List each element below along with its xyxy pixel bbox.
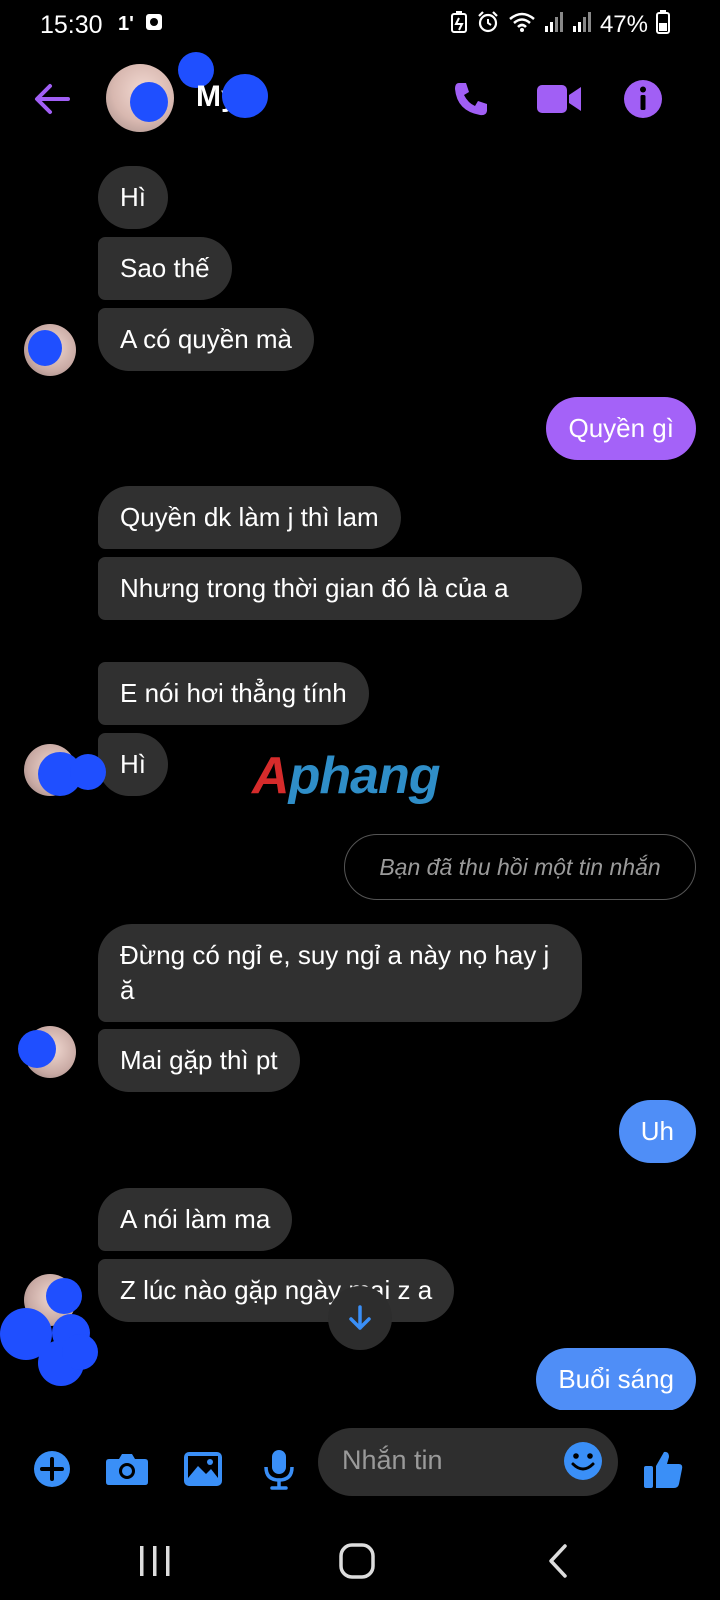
message-bubble[interactable]: Z lúc nào gặp ngày mai z a [98, 1259, 455, 1322]
back-arrow-icon [35, 84, 70, 114]
camera-icon [106, 1454, 148, 1485]
message-bubble[interactable]: Quyền dk làm j thì lam [98, 486, 401, 549]
message-bubble[interactable]: Hì [98, 166, 168, 229]
back-button[interactable] [30, 76, 76, 122]
recalled-message-notice: Bạn đã thu hồi một tin nhắn [344, 834, 696, 900]
message-bubble[interactable]: Hì [98, 733, 168, 796]
message-bubble[interactable]: E nói hơi thẳng tính [98, 662, 369, 725]
arrow-down-icon [349, 1305, 371, 1330]
system-nav-bar [0, 1520, 720, 1600]
video-call-button[interactable] [534, 74, 584, 124]
nav-back-button[interactable] [534, 1536, 584, 1586]
battery-percent: 47% [599, 10, 648, 38]
signal-icon [572, 11, 592, 38]
camera-button[interactable] [104, 1446, 150, 1492]
like-button[interactable] [640, 1446, 686, 1492]
message-input-placeholder: Nhắn tin [342, 1445, 443, 1475]
more-actions-button[interactable] [29, 1446, 75, 1492]
sender-avatar[interactable] [24, 324, 76, 376]
conversation-info-button[interactable] [618, 74, 668, 124]
emoji-icon [564, 1442, 602, 1480]
home-icon [339, 1543, 375, 1579]
gallery-button[interactable] [180, 1446, 226, 1492]
home-button[interactable] [332, 1536, 382, 1586]
signal-icon [544, 11, 564, 38]
microphone-icon [264, 1450, 294, 1490]
message-bubble[interactable]: Nhưng trong thời gian đó là của a [98, 557, 582, 620]
message-bubble[interactable]: A nói làm ma [98, 1188, 293, 1251]
phone-icon [455, 83, 487, 116]
screenshot-icon [144, 12, 164, 37]
contact-avatar[interactable] [106, 64, 174, 132]
recent-apps-icon [140, 1546, 170, 1576]
voice-call-button[interactable] [446, 74, 496, 124]
status-bar: 15:30 1' 47% [0, 0, 720, 52]
recent-apps-button[interactable] [130, 1536, 180, 1586]
temperature-icon: 1' [118, 13, 134, 35]
status-time: 15:30 [40, 11, 103, 39]
chat-header: My [0, 52, 720, 148]
message-bubble[interactable]: A có quyền mà [98, 308, 314, 371]
message-bubble[interactable]: Uh [618, 1100, 696, 1163]
gallery-icon [184, 1452, 222, 1486]
voice-record-button[interactable] [256, 1446, 302, 1492]
emoji-button[interactable] [562, 1440, 604, 1482]
message-bubble[interactable]: Buổi sáng [536, 1348, 696, 1410]
message-input[interactable]: Nhắn tin [318, 1428, 618, 1496]
thumbs-up-icon [644, 1451, 683, 1488]
message-bubble[interactable]: Mai gặp thì pt [98, 1029, 300, 1092]
plus-icon [34, 1451, 70, 1487]
message-bubble[interactable]: Đừng có ngỉ e, suy ngỉ a này nọ hay j ă [98, 924, 582, 1022]
alarm-icon [476, 10, 500, 39]
message-composer: Nhắn tin [0, 1410, 720, 1520]
info-icon [624, 80, 662, 118]
scroll-to-bottom-button[interactable] [328, 1286, 392, 1350]
battery-saver-icon [450, 10, 468, 39]
back-icon [549, 1544, 567, 1578]
message-list[interactable]: Hì Sao thế A có quyền mà Quyền gì Quyền … [0, 148, 720, 1410]
message-bubble[interactable]: Sao thế [98, 237, 232, 300]
battery-icon [656, 10, 670, 39]
wifi-icon [508, 11, 536, 38]
video-icon [537, 85, 581, 113]
message-bubble[interactable]: Quyền gì [546, 397, 696, 460]
watermark-logo: Aphang [252, 747, 441, 805]
